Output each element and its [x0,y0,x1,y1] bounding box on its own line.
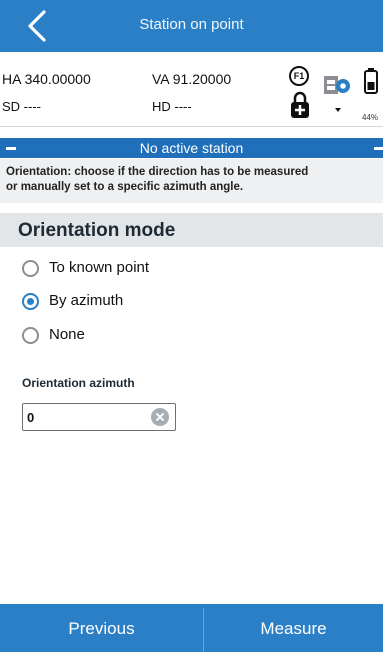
option-label: None [49,326,85,343]
battery-icon [364,68,378,94]
option-label: By azimuth [49,292,124,309]
option-label: To known point [49,259,150,276]
measure-button[interactable]: Measure [204,604,383,652]
hd-readout: HD ---- [152,99,192,114]
azimuth-field[interactable] [22,403,176,431]
option-to-known-point[interactable]: To known point [18,258,278,282]
measure-label: Measure [260,619,327,638]
right-arrow-icon[interactable] [374,147,383,150]
help-line-1: Orientation: choose if the direction has… [6,166,309,178]
previous-label: Previous [68,619,135,638]
footer-bar: Previous Measure [0,604,383,652]
previous-button[interactable]: Previous [0,604,203,652]
station-banner: No active station [0,138,383,158]
azimuth-input[interactable] [27,407,147,427]
battery-indicator: 44% [362,66,383,122]
section-title: Orientation mode [18,220,176,241]
radio-to-known-point[interactable] [22,260,39,277]
f1-button[interactable]: F1 [289,66,309,86]
title-bar: Station on point [0,0,383,52]
azimuth-label: Orientation azimuth [22,376,135,390]
help-text: Orientation: choose if the direction has… [0,159,383,203]
prism-gear-icon[interactable] [322,70,354,116]
page-title: Station on point [139,16,244,33]
battery-percent: 44% [362,113,379,122]
va-readout: VA 91.20000 [152,71,232,87]
help-line-2: or manually set to a specific azimuth an… [6,181,244,193]
banner-text: No active station [139,140,244,156]
radio-by-azimuth[interactable] [22,293,39,310]
lock-icon[interactable] [288,90,312,120]
clear-icon[interactable] [151,408,169,426]
section-header: Orientation mode [0,213,383,247]
radio-none[interactable] [22,327,39,344]
f1-label: F1 [293,71,305,81]
option-none[interactable]: None [18,325,278,349]
ha-readout: HA 340.00000 [2,71,91,87]
option-by-azimuth[interactable]: By azimuth [18,291,278,315]
sd-readout: SD ---- [2,99,41,114]
